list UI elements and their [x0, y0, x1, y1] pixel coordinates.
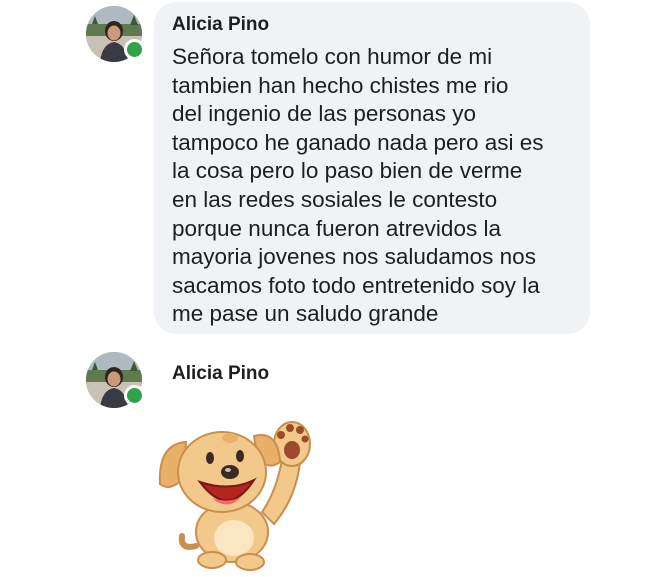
comment: Alicia Pino Señora tomelo con humor de m…: [0, 0, 649, 340]
comment-text: Señora tomelo con humor de mi tambien ha…: [172, 44, 544, 327]
comment-thread: Alicia Pino Señora tomelo con humor de m…: [0, 0, 649, 577]
comment-bubble: Alicia Pino Señora tomelo con humor de m…: [154, 2, 590, 334]
comment: Alicia Pino: [0, 340, 649, 577]
puppy-sticker-icon: [158, 421, 311, 571]
online-status-icon: [124, 39, 145, 60]
online-status-icon: [124, 385, 145, 406]
avatar-container[interactable]: [86, 352, 145, 408]
avatar-container[interactable]: [86, 6, 145, 62]
comment-author[interactable]: Alicia Pino: [172, 13, 574, 37]
waving-puppy-sticker[interactable]: [150, 400, 320, 572]
comment-author[interactable]: Alicia Pino: [172, 362, 269, 386]
